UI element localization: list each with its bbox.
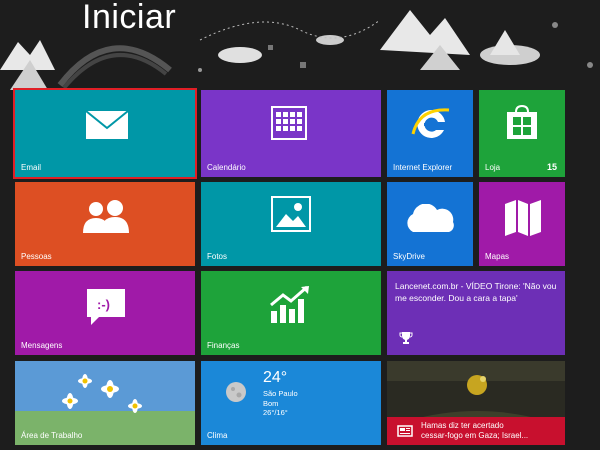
- calendar-icon: [271, 106, 307, 140]
- trophy-icon: [399, 332, 413, 344]
- headline-text: Hamas diz ter acertado cessar-fogo em Ga…: [421, 421, 528, 441]
- tile-label: Internet Explorer: [393, 163, 453, 172]
- weather-details: São Paulo Bom 26°/16°: [263, 389, 298, 418]
- map-icon: [505, 200, 541, 236]
- finance-chart-icon: [270, 285, 309, 323]
- tile-label: Mapas: [485, 252, 510, 261]
- store-icon: [507, 104, 537, 139]
- moon-icon: [226, 382, 246, 402]
- tile-photos[interactable]: Fotos: [201, 182, 381, 266]
- svg-text::-): :-): [97, 297, 110, 312]
- weather-city: São Paulo: [263, 389, 298, 398]
- mail-icon: [85, 110, 129, 139]
- tile-finance[interactable]: Finanças: [201, 271, 381, 355]
- tile-label: Clima: [207, 431, 228, 440]
- tile-label: Área de Trabalho: [21, 431, 83, 440]
- headline-line-2: cessar-fogo em Gaza; Israel...: [421, 431, 529, 440]
- tile-desktop[interactable]: Área de Trabalho: [15, 361, 195, 445]
- weather-range: 26°/16°: [263, 408, 288, 417]
- tile-label: Loja: [485, 163, 501, 172]
- store-update-badge: 15: [546, 162, 557, 172]
- cloud-icon: [407, 204, 454, 232]
- tile-news[interactable]: Lancenet.com.br - VÍDEO Tirone: 'Não vou…: [387, 271, 565, 355]
- tile-internet-explorer[interactable]: Internet Explorer: [387, 90, 473, 177]
- tile-label: Email: [21, 163, 42, 172]
- tile-store[interactable]: Loja 15: [479, 90, 565, 177]
- tile-skydrive[interactable]: SkyDrive: [387, 182, 473, 266]
- tile-label: Fotos: [207, 252, 228, 261]
- tile-label: Pessoas: [21, 252, 52, 261]
- people-icon: [83, 200, 129, 233]
- news-headline: Lancenet.com.br - VÍDEO Tirone: 'Não vou…: [395, 281, 557, 303]
- message-icon: :-): [87, 289, 125, 325]
- headline-bar: Hamas diz ter acertado cessar-fogo em Ga…: [387, 417, 565, 445]
- tile-label: Finanças: [207, 341, 240, 350]
- tile-maps[interactable]: Mapas: [479, 182, 565, 266]
- newspaper-icon: [397, 425, 413, 437]
- weather-temperature: 24°: [263, 369, 288, 386]
- tile-messages[interactable]: :-) Mensagens: [15, 271, 195, 355]
- weather-condition: Bom: [263, 398, 279, 408]
- page-title: Iniciar: [82, 0, 177, 36]
- internet-explorer-icon: [411, 108, 450, 138]
- photos-icon: [271, 196, 311, 232]
- headline-line-1: Hamas diz ter acertado: [421, 421, 504, 430]
- tile-people[interactable]: Pessoas: [15, 182, 195, 266]
- tile-weather[interactable]: 24° São Paulo Bom 26°/16° Clima: [201, 361, 381, 445]
- tile-calendar[interactable]: Calendário: [201, 90, 381, 177]
- tile-label: Calendário: [207, 163, 246, 172]
- tile-email[interactable]: Email: [15, 90, 195, 177]
- tile-label: Mensagens: [21, 341, 63, 350]
- tile-headline-news[interactable]: Hamas diz ter acertado cessar-fogo em Ga…: [387, 361, 565, 445]
- tile-label: SkyDrive: [393, 252, 426, 261]
